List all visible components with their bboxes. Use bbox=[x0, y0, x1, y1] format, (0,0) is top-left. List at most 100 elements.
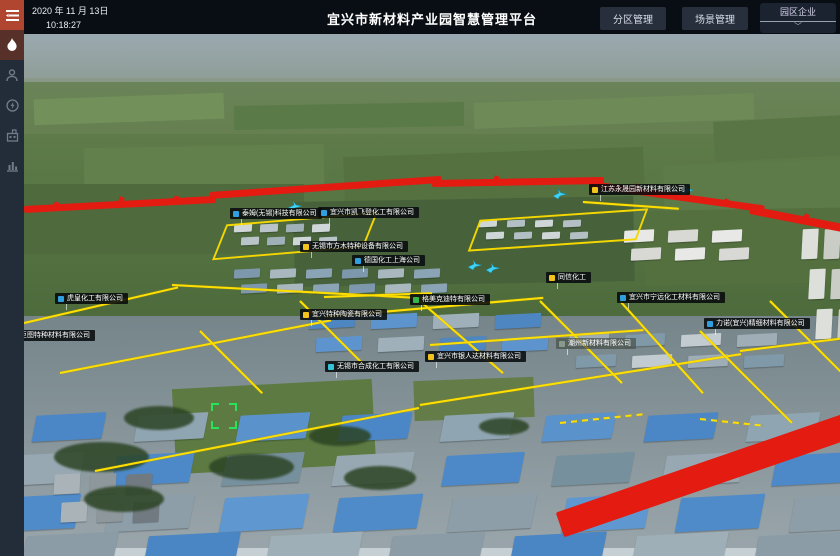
sky-band bbox=[24, 34, 840, 82]
company-type-icon bbox=[559, 341, 565, 347]
plane-marker-icon[interactable] bbox=[486, 261, 500, 279]
park-enterprise-label: 园区企业 bbox=[760, 5, 836, 22]
company-label[interactable]: 泰姆(无锡)科技有限公司 bbox=[230, 208, 322, 219]
company-label[interactable]: 潮州新材料有限公司 bbox=[556, 338, 636, 349]
building bbox=[265, 531, 363, 556]
company-label-text: 宜兴市凯飞登化工有限公司 bbox=[330, 209, 414, 216]
company-label[interactable]: 宜兴市银人达材料有限公司 bbox=[425, 351, 526, 362]
building bbox=[414, 268, 440, 278]
company-label[interactable]: 兴市巨图特种材料有限公司 bbox=[24, 330, 95, 341]
company-label[interactable]: 宜兴特种陶瓷有限公司 bbox=[300, 309, 387, 320]
building bbox=[823, 229, 840, 260]
building bbox=[143, 531, 241, 556]
zone-management-button[interactable]: 分区管理 bbox=[600, 7, 666, 30]
company-label[interactable]: 无锡市合成化工有限公司 bbox=[325, 361, 419, 372]
building bbox=[668, 229, 699, 243]
plane-marker-icon[interactable] bbox=[468, 258, 482, 276]
company-type-icon bbox=[549, 275, 555, 281]
company-type-icon bbox=[303, 312, 309, 318]
selection-brackets bbox=[211, 403, 237, 429]
flame-icon bbox=[6, 38, 18, 52]
sidebar-item-fire[interactable] bbox=[0, 30, 24, 60]
company-label-text: 格美克迪特有限公司 bbox=[422, 296, 485, 303]
company-label-text: 泰姆(无锡)科技有限公司 bbox=[242, 210, 317, 217]
company-label-text: 宜兴特种陶瓷有限公司 bbox=[312, 311, 382, 318]
company-label-text: 德国化工上海公司 bbox=[364, 257, 420, 264]
company-label[interactable]: 宜兴市宁远化工材料有限公司 bbox=[617, 292, 725, 303]
building bbox=[60, 501, 87, 522]
company-label[interactable]: 德国化工上海公司 bbox=[352, 255, 425, 266]
company-label[interactable]: 虎皇化工有限公司 bbox=[55, 293, 128, 304]
building bbox=[808, 269, 826, 300]
company-type-icon bbox=[428, 354, 434, 360]
scene-management-button[interactable]: 场景管理 bbox=[682, 7, 748, 30]
company-label[interactable]: 力诺(宜兴)精细材料有限公司 bbox=[704, 318, 810, 329]
building bbox=[234, 268, 260, 278]
building bbox=[378, 268, 404, 278]
sidebar-item-personnel[interactable] bbox=[0, 60, 24, 90]
company-type-icon bbox=[321, 210, 327, 216]
building bbox=[349, 283, 375, 293]
app-window: 2020 年 11 月 13日 10:18:27 宜兴市新材料产业园智慧管理平台… bbox=[0, 0, 840, 556]
building bbox=[270, 268, 296, 278]
building bbox=[447, 494, 538, 533]
company-label-text: 同信化工 bbox=[558, 274, 586, 281]
company-label[interactable]: 无锡市方木特种设备有限公司 bbox=[300, 241, 408, 252]
building bbox=[387, 531, 485, 556]
chevron-down-icon: ﹀ bbox=[760, 22, 836, 32]
company-label-text: 兴市巨图特种材料有限公司 bbox=[24, 332, 90, 339]
building bbox=[24, 531, 119, 556]
building bbox=[31, 412, 106, 442]
left-toolbar bbox=[0, 0, 24, 556]
building bbox=[744, 354, 785, 368]
sidebar-item-statistics[interactable] bbox=[0, 150, 24, 180]
map-3d-view[interactable]: 泰姆(无锡)科技有限公司 宜兴市凯飞登化工有限公司无锡市方木特种设备有限公司德国化… bbox=[24, 34, 840, 556]
company-label[interactable]: 格美克迪特有限公司 bbox=[410, 294, 490, 305]
building bbox=[333, 494, 424, 533]
company-type-icon bbox=[233, 211, 239, 217]
building bbox=[830, 269, 840, 300]
building bbox=[753, 531, 840, 556]
tree-canopy bbox=[84, 486, 164, 512]
energy-meter-icon bbox=[6, 99, 19, 112]
company-label-text: 江苏永晟园新材料有限公司 bbox=[601, 186, 685, 193]
building bbox=[675, 247, 706, 261]
building bbox=[719, 247, 750, 261]
building bbox=[631, 531, 729, 556]
company-label[interactable]: 同信化工 bbox=[546, 272, 591, 283]
plane-marker-icon[interactable] bbox=[553, 187, 567, 205]
building bbox=[342, 268, 368, 278]
building bbox=[815, 309, 833, 340]
factory-icon bbox=[6, 129, 19, 142]
menu-icon bbox=[6, 10, 19, 21]
company-label-text: 力诺(宜兴)精细材料有限公司 bbox=[716, 320, 805, 327]
building bbox=[433, 313, 480, 329]
building bbox=[675, 494, 766, 533]
building bbox=[801, 229, 819, 260]
company-type-icon bbox=[355, 258, 361, 264]
sidebar-item-energy[interactable] bbox=[0, 90, 24, 120]
company-label-text: 宜兴市宁远化工材料有限公司 bbox=[629, 294, 720, 301]
company-type-icon bbox=[592, 187, 598, 193]
company-label[interactable]: 江苏永晟园新材料有限公司 bbox=[589, 184, 690, 195]
park-enterprise-dropdown[interactable]: 园区企业 ﹀ bbox=[760, 3, 836, 33]
tree-canopy bbox=[309, 426, 371, 446]
tree-canopy bbox=[209, 454, 294, 480]
company-label-text: 无锡市合成化工有限公司 bbox=[337, 363, 414, 370]
company-label[interactable]: 宜兴市凯飞登化工有限公司 bbox=[318, 207, 419, 218]
building bbox=[53, 473, 80, 494]
sidebar-item-enterprise[interactable] bbox=[0, 120, 24, 150]
building bbox=[378, 336, 425, 352]
building bbox=[551, 452, 635, 486]
building bbox=[219, 494, 310, 533]
building bbox=[306, 268, 332, 278]
company-type-icon bbox=[620, 295, 626, 301]
menu-toggle-button[interactable] bbox=[0, 0, 24, 30]
tree-canopy bbox=[344, 466, 416, 490]
building bbox=[631, 247, 662, 261]
header-actions: 分区管理 场景管理 bbox=[600, 7, 748, 30]
company-label-text: 虎皇化工有限公司 bbox=[67, 295, 123, 302]
person-icon bbox=[6, 69, 18, 82]
company-label-text: 无锡市方木特种设备有限公司 bbox=[312, 243, 403, 250]
tree-canopy bbox=[54, 442, 149, 472]
